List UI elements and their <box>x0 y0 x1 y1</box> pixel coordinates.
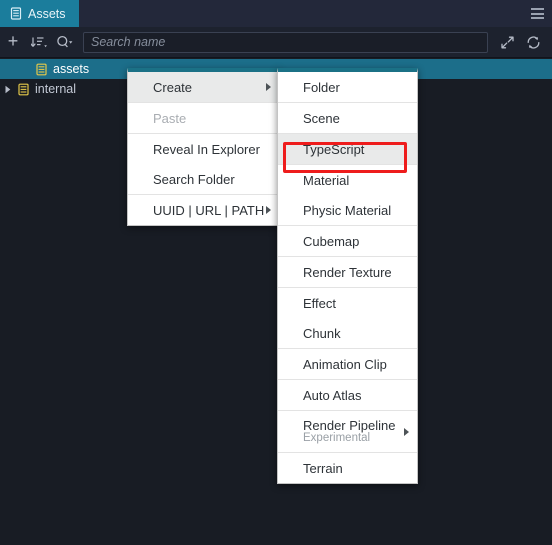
menu-item-search-folder[interactable]: Search Folder <box>128 164 279 194</box>
chevron-right-icon <box>404 427 409 436</box>
menu-item-reveal-in-explorer[interactable]: Reveal In Explorer <box>128 134 279 164</box>
menu-item-auto-atlas[interactable]: Auto Atlas <box>278 380 417 410</box>
twisty-placeholder <box>18 59 34 79</box>
menu-item-label: Effect <box>303 295 337 311</box>
tree-item-label: assets <box>53 62 90 76</box>
menu-item-create[interactable]: Create <box>128 72 279 102</box>
menu-item-label: Animation Clip <box>303 356 387 372</box>
chevron-right-icon <box>266 83 271 91</box>
menu-item-label: Auto Atlas <box>303 387 362 403</box>
search-field[interactable] <box>83 31 488 53</box>
menu-item-physic-material[interactable]: Physic Material <box>278 195 417 225</box>
menu-item-render-texture[interactable]: Render Texture <box>278 257 417 287</box>
menu-item-label: UUID | URL | PATH <box>153 202 265 218</box>
menu-item-label: Chunk <box>303 325 341 341</box>
tab-bar: Assets <box>0 0 552 27</box>
database-icon <box>16 79 30 99</box>
tab-bar-spacer <box>79 0 522 27</box>
menu-item-paste: Paste <box>128 103 279 133</box>
menu-item-label: Create <box>153 79 193 95</box>
plus-icon[interactable]: + <box>0 27 26 58</box>
expand-arrows-icon[interactable] <box>494 27 520 58</box>
menu-item-folder[interactable]: Folder <box>278 72 417 102</box>
menu-item-render-pipeline[interactable]: Render Pipeline Experimental <box>278 411 417 452</box>
menu-item-effect[interactable]: Effect <box>278 288 417 318</box>
menu-item-label: Material <box>303 172 350 188</box>
refresh-icon[interactable] <box>520 27 546 58</box>
menu-item-label: TypeScript <box>303 141 365 157</box>
search-input[interactable] <box>84 32 487 52</box>
menu-item-typescript[interactable]: TypeScript <box>278 134 417 164</box>
menu-item-terrain[interactable]: Terrain <box>278 453 417 483</box>
menu-item-cubemap[interactable]: Cubemap <box>278 226 417 256</box>
tab-assets[interactable]: Assets <box>0 0 79 27</box>
context-menu: Create Paste Reveal In Explorer Search F… <box>127 68 280 226</box>
menu-item-label: Paste <box>153 110 187 126</box>
menu-item-label: Scene <box>303 110 340 126</box>
menu-item-material[interactable]: Material <box>278 165 417 195</box>
menu-item-animation-clip[interactable]: Animation Clip <box>278 349 417 379</box>
chevron-right-icon[interactable] <box>0 79 16 99</box>
assets-panel: Assets + Search name assets internal Cre… <box>0 0 552 545</box>
menu-item-label: Physic Material <box>303 202 392 218</box>
menu-item-label: Search Folder <box>153 171 235 187</box>
menu-item-note: Experimental <box>303 431 371 444</box>
menu-item-label: Reveal In Explorer <box>153 141 260 157</box>
tab-label: Assets <box>28 6 66 21</box>
menu-item-scene[interactable]: Scene <box>278 103 417 133</box>
menu-item-label: Cubemap <box>303 233 360 249</box>
menu-item-label: Render Texture <box>303 264 392 280</box>
chevron-right-icon <box>266 206 271 214</box>
menu-item-label: Terrain <box>303 460 343 476</box>
assets-toolbar: + <box>0 27 552 58</box>
database-icon <box>34 59 48 79</box>
menu-item-label: Render Pipeline <box>303 417 396 433</box>
menu-item-label: Folder <box>303 79 340 95</box>
hamburger-icon[interactable] <box>522 0 552 27</box>
toolbar-right-group <box>494 27 552 58</box>
tree-item-label: internal <box>35 82 76 96</box>
menu-item-uuid-url-path[interactable]: UUID | URL | PATH <box>128 195 279 225</box>
menu-item-chunk[interactable]: Chunk <box>278 318 417 348</box>
search-filter-icon[interactable] <box>52 27 78 58</box>
sort-icon[interactable] <box>26 27 52 58</box>
database-icon <box>10 7 22 20</box>
create-submenu: Folder Scene TypeScript Material Physic … <box>277 68 418 484</box>
